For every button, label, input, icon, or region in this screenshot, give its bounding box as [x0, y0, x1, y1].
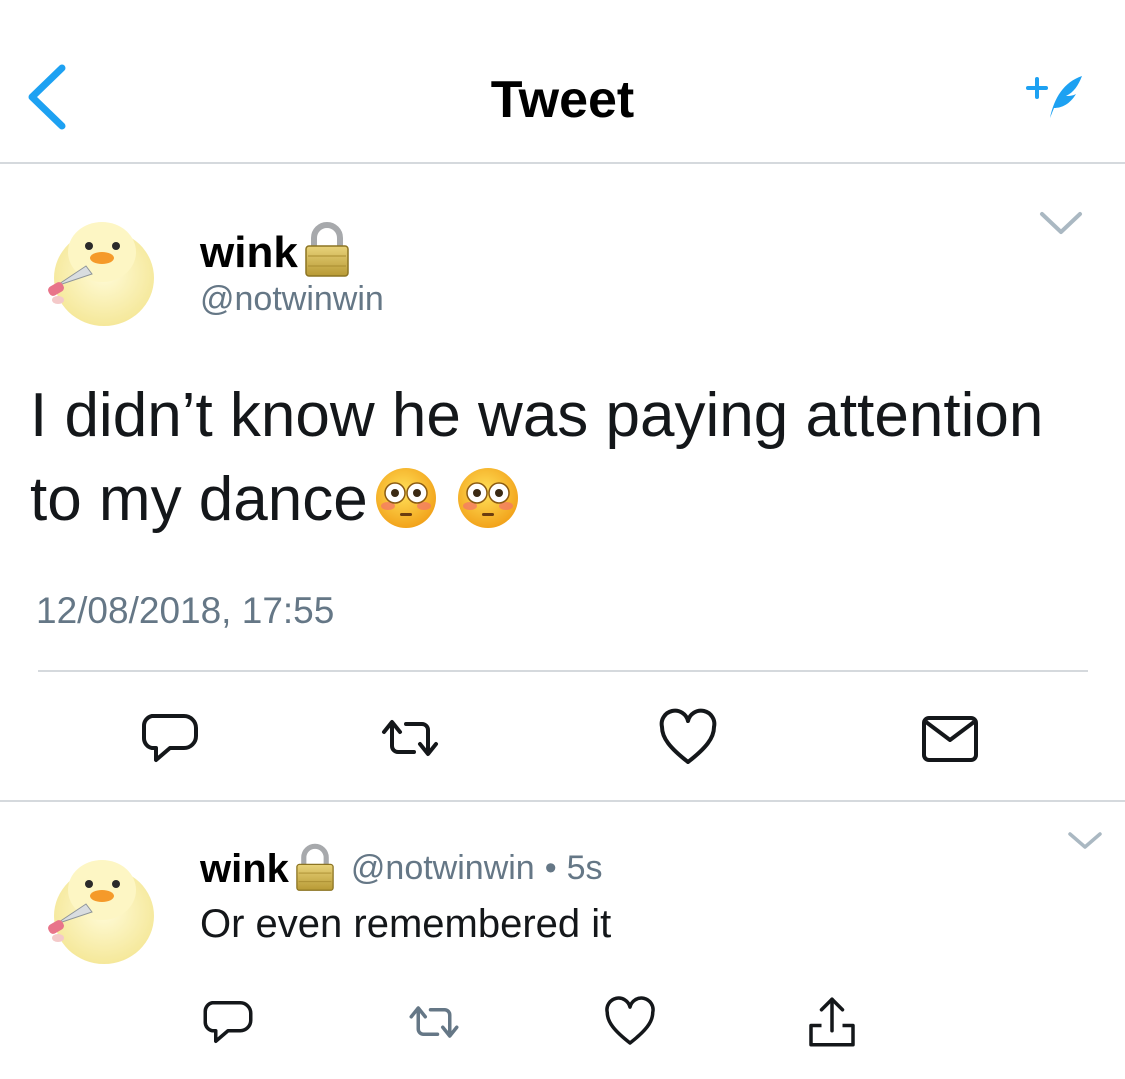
like-button[interactable] — [602, 994, 658, 1050]
reply-header: wink @notwinwin • 5s — [200, 842, 603, 892]
display-name[interactable]: wink — [200, 847, 289, 892]
lock-icon — [293, 842, 337, 892]
divider — [38, 670, 1088, 672]
reply-icon — [142, 714, 198, 762]
chevron-down-icon — [1068, 832, 1102, 849]
tweet-separator — [0, 800, 1125, 802]
like-icon — [659, 708, 717, 764]
meta-separator: • — [544, 849, 557, 887]
reply-icon — [203, 1001, 253, 1043]
author-handle[interactable]: @notwinwin — [200, 280, 384, 319]
flushed-face-emoji — [456, 466, 520, 530]
retweet-icon — [382, 720, 438, 756]
reply-text: Or even remembered it — [200, 902, 612, 946]
retweet-icon — [409, 1006, 459, 1038]
lock-icon — [302, 220, 352, 278]
like-icon — [605, 996, 655, 1045]
chick-avatar-image — [34, 200, 168, 334]
share-button[interactable] — [804, 994, 860, 1050]
tweet-options-button[interactable] — [1038, 208, 1084, 238]
tweet-text: I didn’t know he was paying attention to… — [30, 381, 1044, 534]
share-icon — [809, 997, 855, 1047]
reply-button[interactable] — [200, 994, 256, 1050]
author-handle[interactable]: @notwinwin — [351, 849, 535, 892]
reply-button[interactable] — [138, 706, 202, 770]
retweet-button[interactable] — [406, 994, 462, 1050]
tweet-timestamp: 12/08/2018, 17:55 — [36, 590, 335, 631]
like-button[interactable] — [656, 706, 720, 770]
author-name[interactable]: wink — [200, 220, 352, 278]
navigation-bar: Tweet — [0, 0, 1125, 164]
chick-avatar-image — [34, 838, 168, 972]
avatar[interactable] — [34, 838, 168, 972]
page-title: Tweet — [490, 71, 635, 129]
avatar[interactable] — [34, 200, 168, 334]
direct-message-icon — [922, 716, 978, 762]
compose-tweet-button[interactable] — [1020, 68, 1088, 122]
direct-message-button[interactable] — [918, 706, 982, 770]
display-name: wink — [200, 228, 298, 277]
flushed-face-emoji — [374, 466, 438, 530]
tweet-options-button[interactable] — [1066, 830, 1104, 852]
relative-time: 5s — [566, 849, 603, 887]
compose-tweet-icon — [1026, 76, 1082, 118]
chevron-down-icon — [1040, 212, 1082, 234]
retweet-button[interactable] — [378, 706, 442, 770]
tweet-body: I didn’t know he was paying attention to… — [30, 374, 1090, 542]
